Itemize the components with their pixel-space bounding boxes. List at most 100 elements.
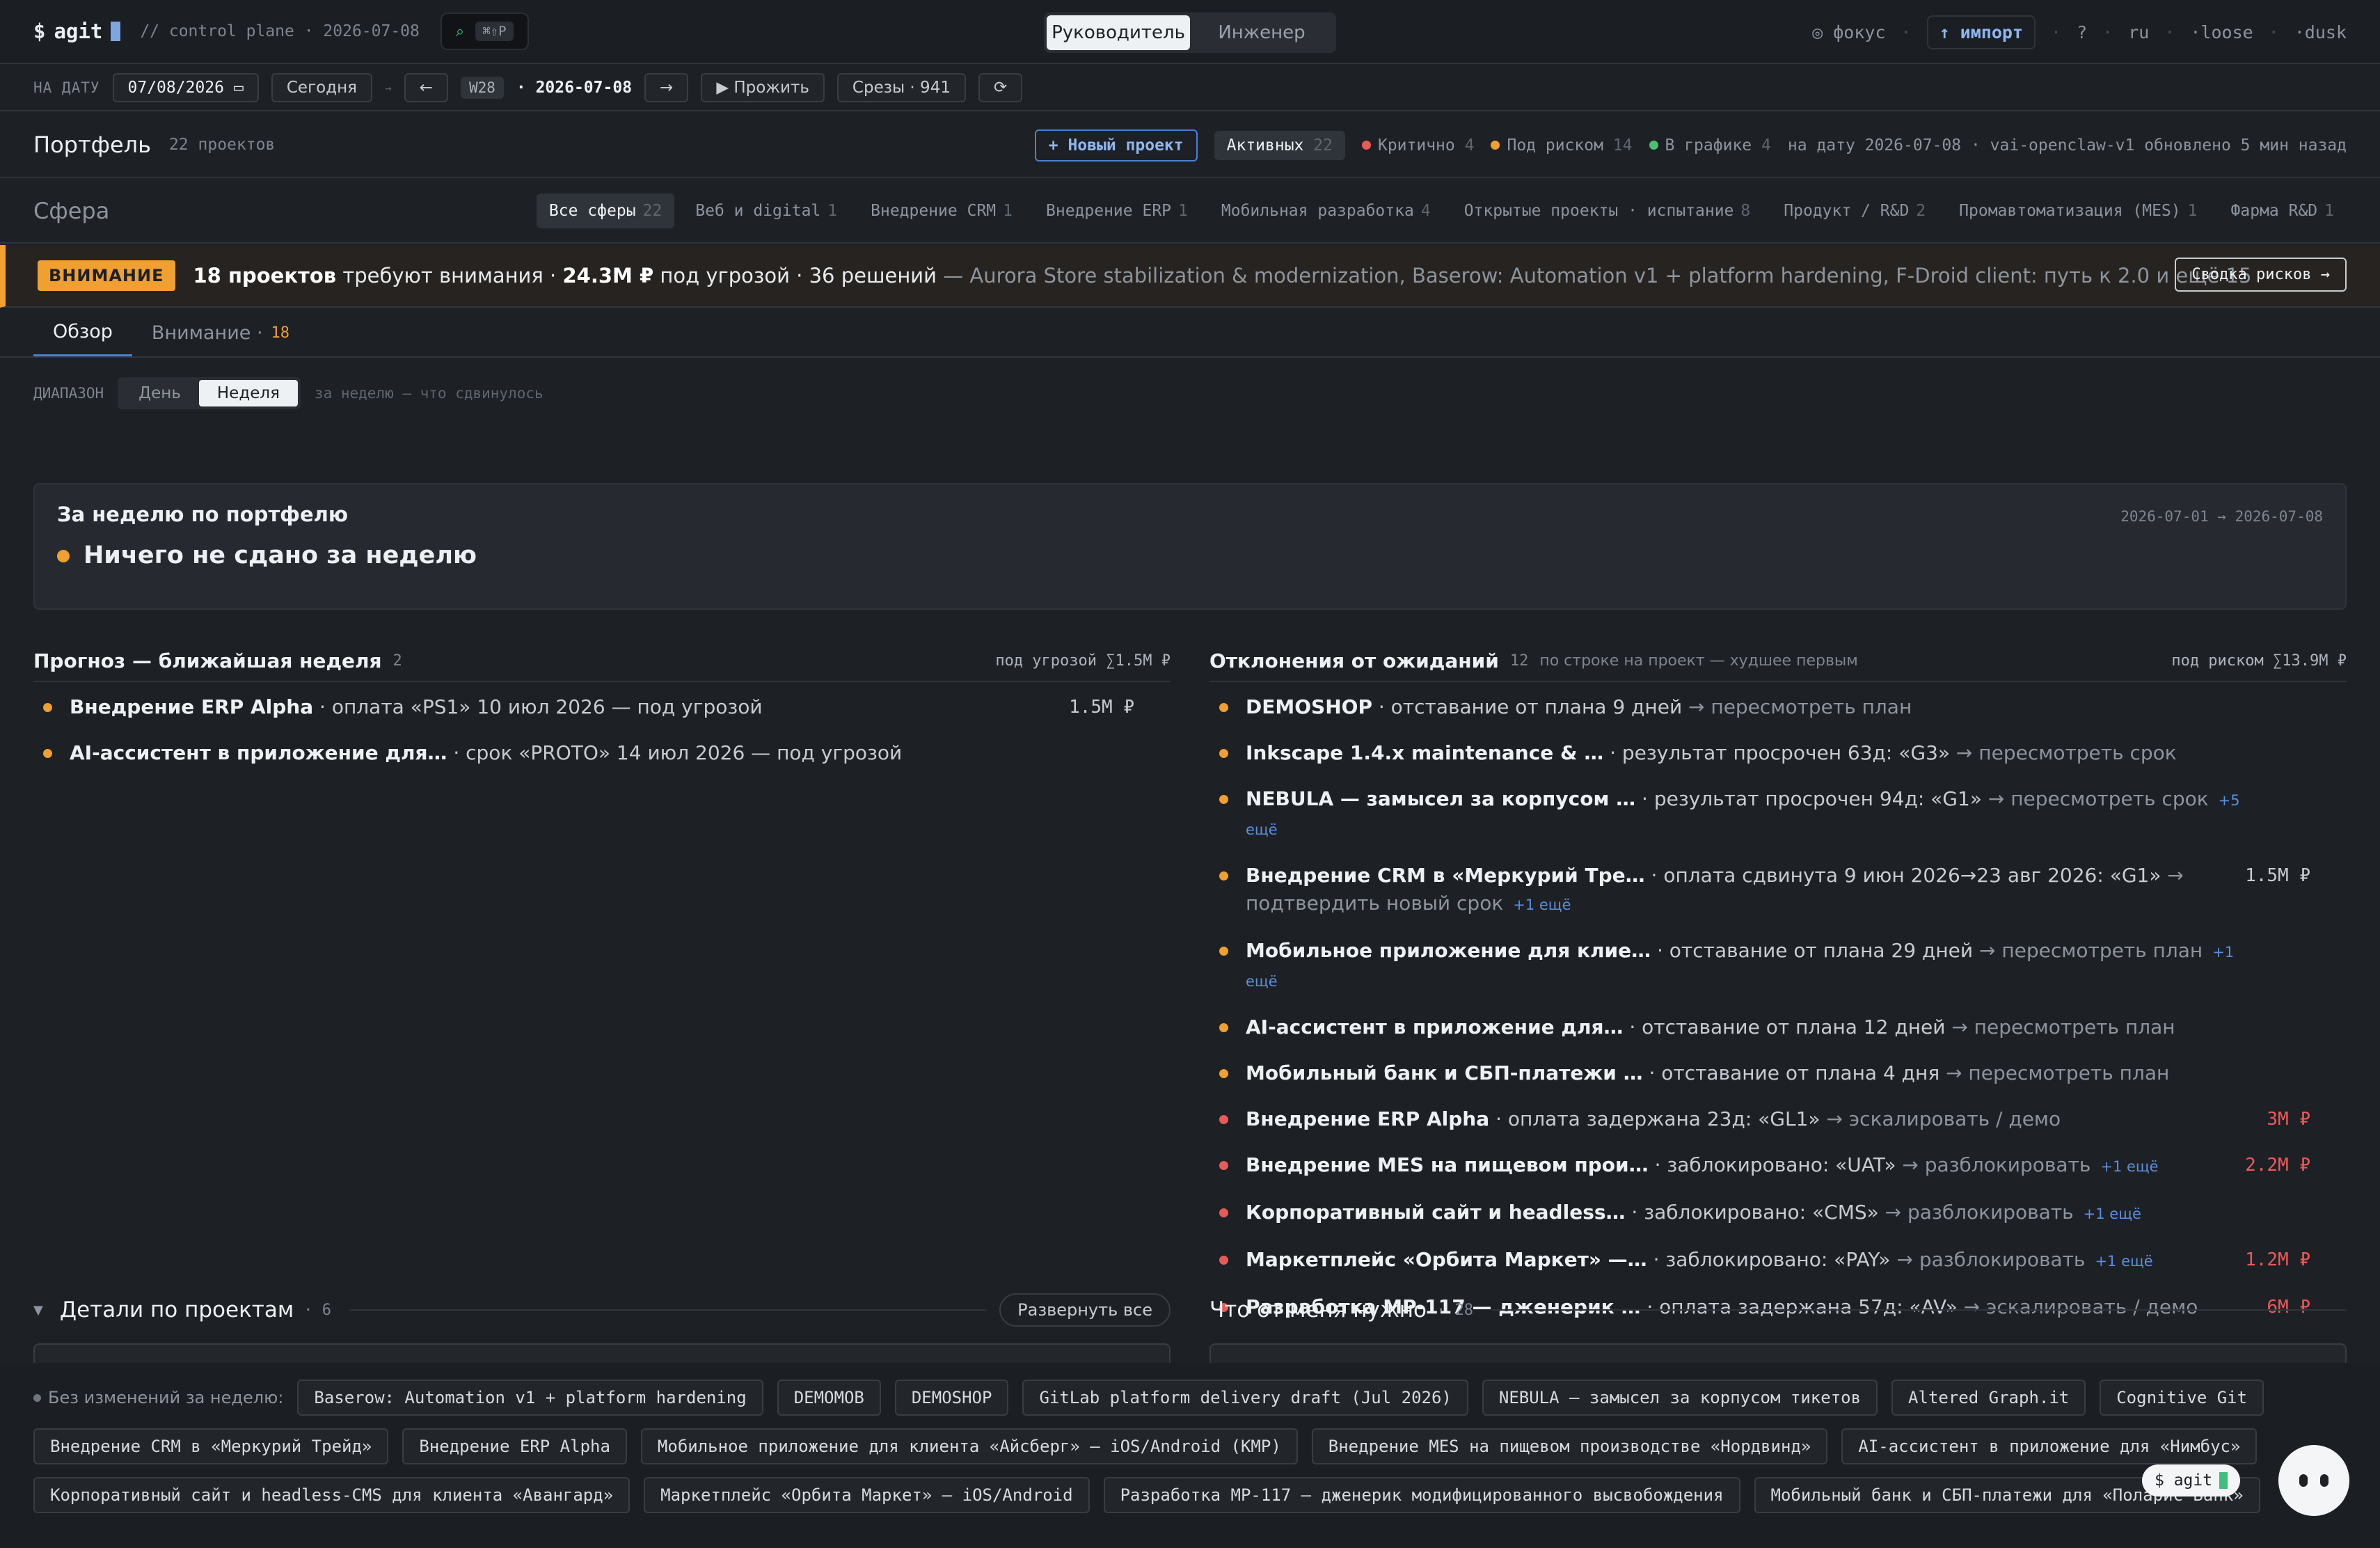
help-button[interactable]: ? xyxy=(2077,22,2087,42)
separator: · xyxy=(2268,22,2279,42)
project-tag[interactable]: Мобильное приложение для клиента «Айсбер… xyxy=(640,1428,1298,1464)
project-name: Внедрение ERP Alpha xyxy=(1246,1107,1490,1130)
item-text: · заблокировано: «CMS» xyxy=(1625,1201,1879,1224)
prev-week-button[interactable]: ← xyxy=(404,73,448,102)
tab-attention[interactable]: Внимание · 18 xyxy=(132,309,309,356)
deviations-title: Отклонения от ожиданий xyxy=(1209,649,1499,672)
attention-threat: под угрозой · 36 решений xyxy=(653,264,937,287)
item-action: → пересмотреть план xyxy=(1973,939,2203,962)
range-week-button[interactable]: Неделя xyxy=(198,380,298,406)
attention-needs: требуют внимания · xyxy=(336,264,563,287)
more-link[interactable]: +1 ещё xyxy=(2084,1206,2141,1222)
project-tag[interactable]: Разработка МР-117 — дженерик модифициров… xyxy=(1103,1477,1740,1513)
details-count: · 6 xyxy=(303,1301,331,1319)
context-label: // control plane · 2026-07-08 xyxy=(140,22,420,40)
critical-dot-icon xyxy=(1219,1161,1228,1170)
deviation-item[interactable]: Внедрение ERP Alpha · оплата задержана 2… xyxy=(1209,1105,2347,1133)
filter-active[interactable]: Активных 22 xyxy=(1214,131,1345,160)
separator: · xyxy=(2102,22,2113,42)
deviation-item[interactable]: Мобильный банк и СБП-платежи … · отстава… xyxy=(1209,1059,2347,1087)
more-link[interactable]: +1 ещё xyxy=(1513,897,1571,913)
deviation-item[interactable]: Inkscape 1.4.x maintenance & … · результ… xyxy=(1209,739,2347,767)
item-text: · оплата «PS1» 10 июл 2026 — под угрозой xyxy=(313,695,763,718)
project-tag[interactable]: Cognitive Git xyxy=(2100,1380,2264,1416)
scope-chip-mes[interactable]: Промавтоматизация (MES) 1 xyxy=(1946,194,2210,228)
import-button[interactable]: ↑ импорт xyxy=(1926,15,2036,49)
role-engineer-tab[interactable]: Инженер xyxy=(1190,15,1333,50)
focus-toggle[interactable]: ◎ фокус xyxy=(1812,22,1885,42)
scope-chip-mobile[interactable]: Мобильная разработка 4 xyxy=(1209,194,1443,228)
filter-critical[interactable]: Критично 4 xyxy=(1361,136,1474,155)
assistant-bubble[interactable]: $ agit xyxy=(2142,1464,2241,1496)
tab-overview[interactable]: Обзор xyxy=(33,309,132,356)
project-tag[interactable]: Внедрение MES на пищевом производстве «Н… xyxy=(1311,1428,1828,1464)
next-week-button[interactable]: → xyxy=(644,73,689,102)
language-switch[interactable]: ru xyxy=(2128,22,2149,42)
project-tag[interactable]: Altered Graph.it xyxy=(1891,1380,2086,1416)
deviation-item[interactable]: Внедрение CRM в «Меркурий Тре… · оплата … xyxy=(1209,862,2347,919)
deviations-total: под риском ∑13.9M ₽ xyxy=(2171,651,2347,670)
ontrack-count: 4 xyxy=(1761,136,1771,155)
project-tag[interactable]: DEMOSHOP xyxy=(894,1380,1009,1416)
new-project-button[interactable]: + Новый проект xyxy=(1034,129,1198,161)
top-right-controls: ◎ фокус · ↑ импорт · ? · ru · ·loose · ·… xyxy=(1812,0,2347,64)
deviation-item[interactable]: Маркетплейс «Орбита Маркет» —… · заблоки… xyxy=(1209,1246,2347,1275)
range-day-button[interactable]: День xyxy=(120,380,199,406)
filter-on-track[interactable]: В графике 4 xyxy=(1649,136,1771,155)
filter-at-risk[interactable]: Под риском 14 xyxy=(1491,136,1633,155)
neutral-dot-icon xyxy=(33,1393,41,1402)
scope-chip-product[interactable]: Продукт / R&D 2 xyxy=(1771,194,1938,228)
deviation-item[interactable]: Мобильное приложение для клие… · отстава… xyxy=(1209,937,2347,995)
today-button[interactable]: Сегодня xyxy=(271,73,373,102)
needs-count: · 28 xyxy=(1436,1301,1473,1319)
app-brand[interactable]: $ agit xyxy=(33,19,121,43)
unchanged-label-text: Без изменений за неделю: xyxy=(48,1388,284,1407)
project-tag[interactable]: DEMOMOB xyxy=(777,1380,881,1416)
assistant-avatar[interactable] xyxy=(2278,1445,2349,1516)
project-tag[interactable]: GitLab platform delivery draft (Jul 2026… xyxy=(1022,1380,1468,1416)
command-palette-button[interactable]: ⌕ ⌘⇧P xyxy=(440,13,529,50)
play-button[interactable]: ▶ Прожить xyxy=(701,73,825,102)
scope-chip-pharma[interactable]: Фарма R&D 1 xyxy=(2219,194,2347,228)
scope-chip-all[interactable]: Все сферы 22 xyxy=(536,194,675,228)
page-title: Портфель xyxy=(33,132,151,158)
more-link[interactable]: +1 ещё xyxy=(2095,1253,2152,1270)
scope-count: 1 xyxy=(1178,202,1188,220)
deviation-item[interactable]: Внедрение MES на пищевом прои… · заблоки… xyxy=(1209,1151,2347,1180)
role-manager-tab[interactable]: Руководитель xyxy=(1047,15,1190,50)
refresh-button[interactable]: ⟳ xyxy=(978,73,1023,102)
scope-chip-erp[interactable]: Внедрение ERP 1 xyxy=(1033,194,1200,228)
search-icon: ⌕ xyxy=(455,22,465,40)
deviation-item[interactable]: DEMOSHOP · отставание от плана 9 дней → … xyxy=(1209,693,2347,721)
forecast-item[interactable]: Внедрение ERP Alpha · оплата «PS1» 10 ию… xyxy=(33,693,1171,721)
tab-label: Внимание · xyxy=(151,322,263,344)
project-tag[interactable]: AI-ассистент в приложение для «Нимбус» xyxy=(1841,1428,2258,1464)
shortcut-hint: ⌘⇧P xyxy=(475,22,514,41)
project-tag[interactable]: Baserow: Automation v1 + platform harden… xyxy=(297,1380,763,1416)
forecast-item[interactable]: AI-ассистент в приложение для… · срок «P… xyxy=(33,739,1171,767)
project-tag[interactable]: Корпоративный сайт и headless-CMS для кл… xyxy=(33,1477,630,1513)
project-tag[interactable]: Маркетплейс «Орбита Маркет» — iOS/Androi… xyxy=(644,1477,1090,1513)
risk-dot-icon xyxy=(1491,141,1500,150)
attention-list: — Aurora Store stabilization & moderniza… xyxy=(937,264,2252,287)
deviation-item[interactable]: NEBULA — замысел за корпусом … · результ… xyxy=(1209,785,2347,844)
risk-summary-button[interactable]: Сводка рисков → xyxy=(2175,258,2347,292)
deviation-item[interactable]: Корпоративный сайт и headless… · заблоки… xyxy=(1209,1199,2347,1228)
project-tag[interactable]: Внедрение CRM в «Меркурий Трейд» xyxy=(33,1428,389,1464)
scope-chip-crm[interactable]: Внедрение CRM 1 xyxy=(858,194,1025,228)
deviation-item[interactable]: AI-ассистент в приложение для… · отстава… xyxy=(1209,1013,2347,1041)
slices-button[interactable]: Срезы · 941 xyxy=(836,73,966,102)
item-amount: 1.2M ₽ xyxy=(2245,1249,2310,1270)
scope-chip-web[interactable]: Веб и digital 1 xyxy=(683,194,850,228)
date-input[interactable]: 07/08/2026 ▭ xyxy=(112,73,259,102)
project-tag[interactable]: Внедрение ERP Alpha xyxy=(402,1428,627,1464)
project-tag[interactable]: NEBULA — замысел за корпусом тикетов xyxy=(1482,1380,1878,1416)
scope-chip-open[interactable]: Открытые проекты · испытание 8 xyxy=(1452,194,1763,228)
density-switch[interactable]: ·loose xyxy=(2190,22,2253,42)
theme-switch[interactable]: ·dusk xyxy=(2294,22,2347,42)
scope-label: Продукт / R&D xyxy=(1784,202,1910,220)
status-dot-icon xyxy=(57,550,70,562)
expand-all-button[interactable]: Развернуть все xyxy=(999,1293,1171,1327)
more-link[interactable]: +1 ещё xyxy=(2100,1158,2158,1175)
collapse-caret-icon[interactable]: ▼ xyxy=(33,1303,43,1318)
